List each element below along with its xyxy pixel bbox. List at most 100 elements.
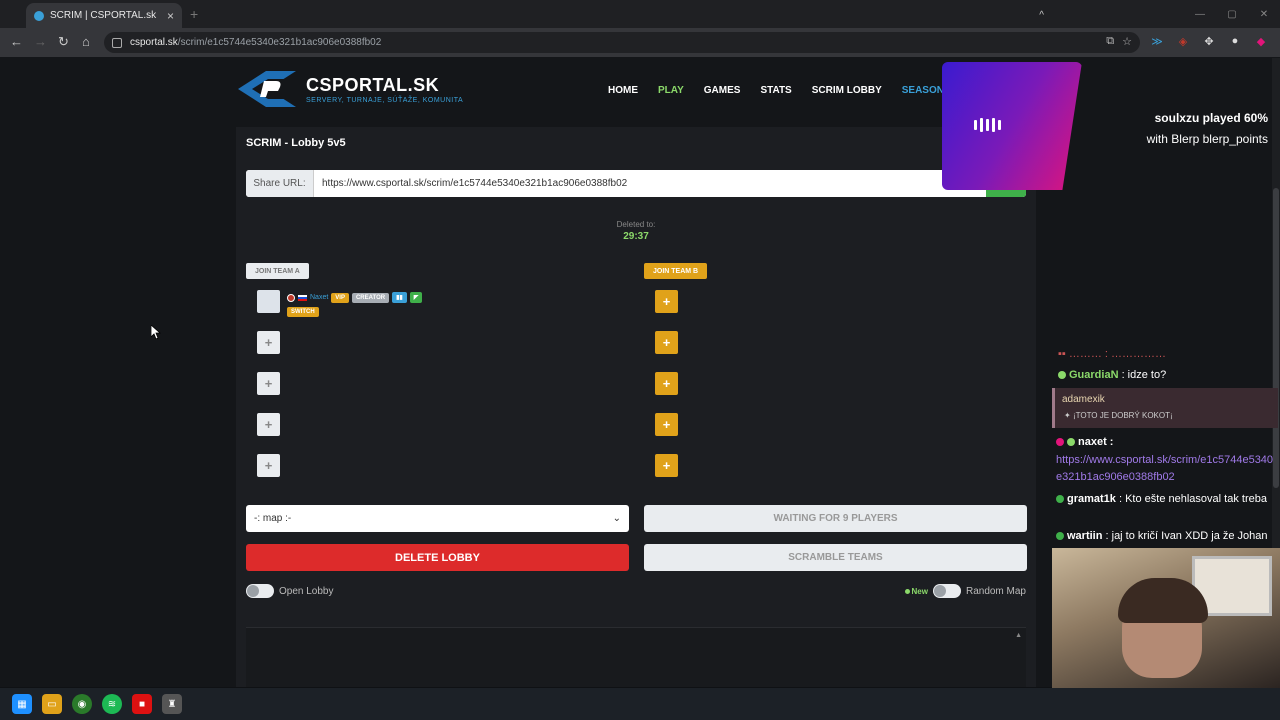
extension-red-icon[interactable]: ◆	[1254, 34, 1268, 48]
home-icon[interactable]: ⌂	[82, 34, 90, 49]
reload-icon[interactable]: ↻	[58, 34, 69, 50]
close-window-icon[interactable]: ✕	[1248, 0, 1280, 28]
chrome-icon[interactable]: ◉	[72, 694, 92, 714]
steam-icon[interactable]: ◤	[409, 292, 423, 303]
team-a-slot-add-button[interactable]: +	[257, 331, 280, 354]
chat-line: wartiin : jaj to kričí Ivan XDD ja že Jo…	[1056, 529, 1280, 543]
random-map-toggle[interactable]	[932, 584, 961, 598]
install-icon[interactable]: ⧉	[1106, 35, 1114, 48]
team-b-slot-add-button[interactable]: +	[655, 454, 678, 477]
bookmark-star-icon[interactable]: ☆	[1122, 35, 1132, 48]
random-map-toggle-group: New Random Map	[904, 584, 1026, 598]
join-team-a-button[interactable]: JOIN TEAM A	[246, 263, 309, 279]
scramble-teams-button[interactable]: SCRAMBLE TEAMS	[644, 544, 1027, 571]
main-nav: HOME PLAY GAMES STATS SCRIM LOBBY SEASON…	[608, 85, 951, 96]
share-url-input[interactable]: https://www.csportal.sk/scrim/e1c5744e53…	[314, 178, 986, 189]
lobby-chat-box: ▲	[246, 627, 1026, 687]
switch-button[interactable]: SWITCH	[287, 307, 319, 317]
extensions-area: ≫ ◈ ✥ ● ◆ ⋮	[1150, 34, 1280, 48]
webcam-feed	[1052, 548, 1280, 688]
csportal-logo-icon	[238, 71, 296, 107]
audio-bars-icon	[974, 118, 1001, 132]
profile-icon[interactable]: ●	[1228, 34, 1242, 48]
nav-play[interactable]: PLAY	[658, 85, 684, 96]
new-tab-icon[interactable]: +	[190, 6, 198, 22]
chat-line: GuardiaN : idze to?	[1058, 369, 1166, 381]
browser-tab[interactable]: SCRIM | CSPORTAL.sk ×	[26, 3, 182, 28]
minimize-icon[interactable]: —	[1184, 0, 1216, 28]
team-b-slot-add-button[interactable]: +	[655, 331, 678, 354]
team-a-slot-add-button[interactable]: +	[257, 372, 280, 395]
forward-icon[interactable]: →	[34, 34, 47, 49]
waiting-players-button[interactable]: WAITING FOR 9 PLAYERS	[644, 505, 1027, 532]
map-select[interactable]: -: map :- ⌄	[246, 505, 629, 532]
app-icon[interactable]: ♜	[162, 694, 182, 714]
puzzle-icon[interactable]: ✥	[1202, 34, 1216, 48]
browser-tabbar: SCRIM | CSPORTAL.sk × + — ▢ ✕	[0, 0, 1280, 28]
team-b-slot-add-button[interactable]: +	[655, 290, 678, 313]
extension-icon[interactable]: ≫	[1150, 34, 1164, 48]
stats-icon[interactable]: ▮▮	[392, 292, 407, 303]
tray-chevron-icon[interactable]: ^	[1039, 10, 1044, 21]
url-domain: csportal.sk	[130, 37, 178, 48]
user-badge-icon	[1056, 532, 1064, 541]
vip-badge: VIP	[331, 292, 349, 303]
open-lobby-toggle[interactable]	[246, 584, 274, 598]
csportal-favicon-icon	[34, 10, 44, 21]
team-a-slot-add-button[interactable]: +	[257, 454, 280, 477]
team-b-slot-add-button[interactable]: +	[655, 372, 678, 395]
nav-stats[interactable]: STATS	[760, 85, 791, 96]
map-select-value: -: map :-	[254, 513, 292, 524]
player-name[interactable]: Naxet	[310, 294, 328, 301]
site-header: CSPORTAL.SK SERVERY, TURNAJE, SÚŤAŽE, KO…	[236, 57, 1036, 125]
user-badge-icon	[1056, 495, 1064, 504]
chat-link[interactable]: https://www.csportal.sk/scrim/e1c5744e53…	[1056, 452, 1278, 486]
browser-toolbar: ← → ↻ ⌂ csportal.sk /scrim/e1c5744e5340e…	[0, 28, 1280, 57]
overlay-line-1: soulxzu played 60%	[1154, 111, 1268, 125]
blerp-overlay-card	[942, 62, 1082, 190]
windows-start-icon[interactable]: ▦	[12, 694, 32, 714]
site-logo[interactable]: CSPORTAL.SK SERVERY, TURNAJE, SÚŤAŽE, KO…	[236, 69, 463, 109]
lobby-timer: 29:37	[623, 231, 649, 242]
overlay-line-2: with Blerp blerp_points	[1146, 132, 1268, 146]
site-info-icon[interactable]	[112, 37, 122, 48]
spotify-icon[interactable]: ≋	[102, 694, 122, 714]
verified-icon	[1058, 371, 1066, 380]
url-path: /scrim/e1c5744e5340e321b1ac906e0388fb02	[177, 37, 382, 48]
delete-lobby-button[interactable]: DELETE LOBBY	[246, 544, 629, 571]
logo-subtitle: SERVERY, TURNAJE, SÚŤAŽE, KOMUNITA	[306, 96, 464, 104]
file-explorer-icon[interactable]: ▭	[42, 694, 62, 714]
flag-sk-icon	[298, 294, 307, 301]
chat-line: gramat1k : Kto ešte nehlasoval tak treba	[1056, 491, 1278, 508]
ublock-icon[interactable]: ◈	[1176, 34, 1190, 48]
open-lobby-label: Open Lobby	[279, 585, 334, 597]
nav-games[interactable]: GAMES	[704, 85, 741, 96]
nav-scrim-lobby[interactable]: SCRIM LOBBY	[812, 85, 882, 96]
chat-highlight-name: adamexik	[1062, 394, 1105, 405]
close-tab-icon[interactable]: ×	[167, 9, 174, 23]
status-icon	[287, 293, 295, 302]
team-b-slot-add-button[interactable]: +	[655, 413, 678, 436]
app-red-icon[interactable]: ■	[132, 694, 152, 714]
deleted-to-label: Deleted to:	[616, 220, 656, 229]
scroll-up-icon[interactable]: ▲	[1015, 632, 1022, 639]
back-icon[interactable]: ←	[10, 34, 23, 49]
nav-home[interactable]: HOME	[608, 85, 638, 96]
share-url-label: Share URL:	[246, 170, 314, 197]
share-url-group: Share URL: https://www.csportal.sk/scrim…	[246, 170, 1026, 197]
maximize-icon[interactable]: ▢	[1216, 0, 1248, 28]
logo-title: CSPORTAL.SK	[306, 74, 440, 95]
lobby-title: SCRIM - Lobby 5v5	[246, 137, 346, 149]
chat-highlight-msg: ✦ ¡TOTO JE DOBRÝ KOKOT¡	[1064, 411, 1173, 420]
creator-badge: CREATOR	[351, 292, 390, 303]
chat-line-cut: ▪▪ ……… : ……………	[1058, 348, 1167, 360]
blerp-overlay-text: soulxzu played 60% with Blerp blerp_poin…	[1147, 108, 1268, 150]
join-team-b-button[interactable]: JOIN TEAM B	[644, 263, 708, 279]
player-avatar[interactable]	[257, 290, 280, 313]
team-a-slot-add-button[interactable]: +	[257, 413, 280, 436]
chevron-down-icon: ⌄	[612, 513, 621, 524]
open-lobby-toggle-group: Open Lobby	[246, 584, 334, 598]
player-info: Naxet VIP CREATOR ▮▮ ◤	[287, 292, 423, 303]
random-map-label: Random Map	[965, 585, 1026, 597]
address-bar[interactable]: csportal.sk /scrim/e1c5744e5340e321b1ac9…	[104, 32, 1140, 53]
